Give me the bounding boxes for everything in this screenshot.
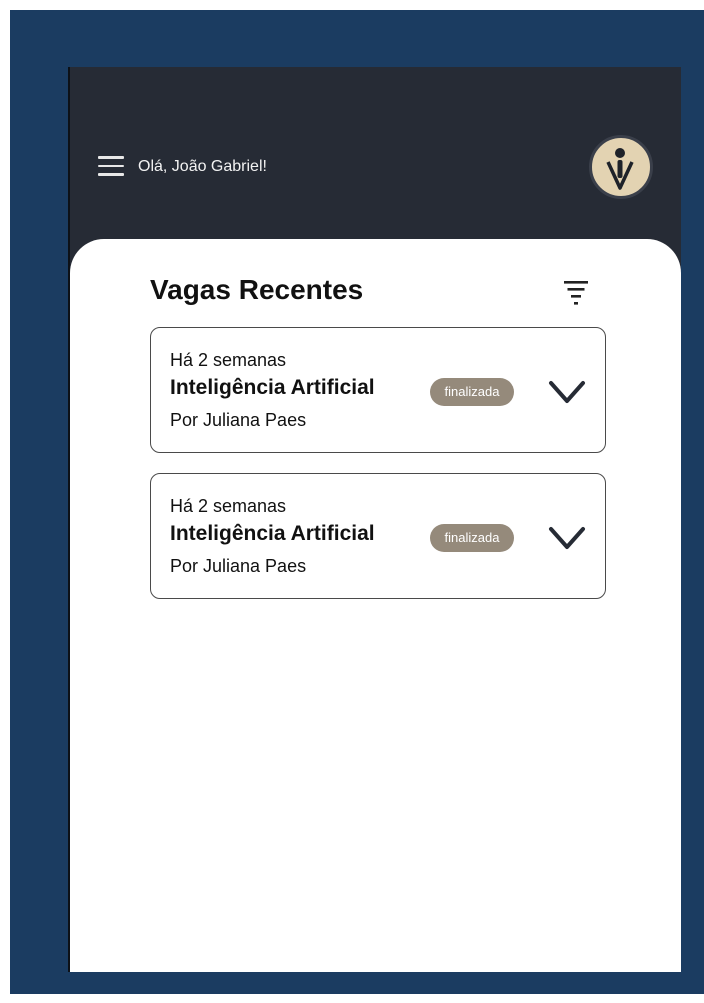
status-badge: finalizada [430,378,514,406]
app-frame: Olá, João Gabriel! Vagas Recentes Há 2 s… [10,10,704,994]
top-bar: Olá, João Gabriel! [70,67,681,267]
status-badge: finalizada [430,524,514,552]
job-card[interactable]: Há 2 semanas Inteligência Artificial Por… [150,473,606,599]
filter-icon[interactable] [561,277,591,307]
page-title: Vagas Recentes [150,274,364,305]
card-title: Inteligência Artificial [170,376,375,399]
phone-screen: Olá, João Gabriel! Vagas Recentes Há 2 s… [68,67,681,972]
chevron-down-icon[interactable] [547,377,587,407]
hamburger-menu-icon[interactable] [98,156,124,178]
user-logo-icon [606,148,634,190]
greeting-text: Olá, João Gabriel! [138,158,267,175]
card-time: Há 2 semanas [170,496,287,516]
card-author: Por Juliana Paes [170,410,307,430]
main-content: Vagas Recentes Há 2 semanas Inteligência… [70,239,681,972]
card-time: Há 2 semanas [170,350,287,370]
card-author: Por Juliana Paes [170,556,307,576]
job-card[interactable]: Há 2 semanas Inteligência Artificial Por… [150,327,606,453]
avatar[interactable] [589,135,653,199]
chevron-down-icon[interactable] [547,523,587,553]
card-title: Inteligência Artificial [170,522,375,545]
